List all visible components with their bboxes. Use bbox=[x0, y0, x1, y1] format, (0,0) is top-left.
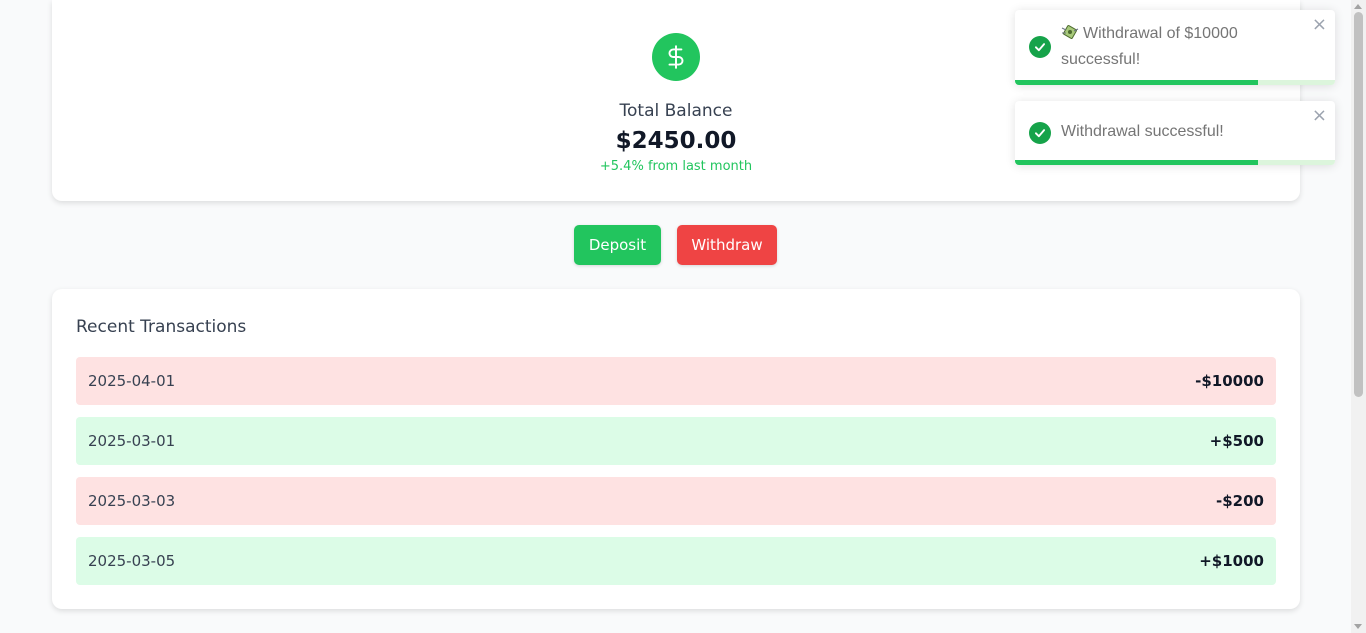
toast-notification[interactable]: Withdrawal of $10000 successful! × bbox=[1015, 10, 1335, 85]
transaction-date: 2025-03-01 bbox=[88, 432, 176, 450]
toast-text: Withdrawal of $10000 successful! bbox=[1061, 25, 1238, 68]
transaction-amount: -$10000 bbox=[1195, 372, 1264, 390]
transaction-date: 2025-03-03 bbox=[88, 492, 176, 510]
scroll-up-arrow-icon[interactable] bbox=[1354, 4, 1362, 9]
transaction-amount: -$200 bbox=[1216, 492, 1264, 510]
withdraw-button[interactable]: Withdraw bbox=[677, 225, 777, 265]
transaction-date: 2025-03-05 bbox=[88, 552, 176, 570]
close-icon[interactable]: × bbox=[1312, 14, 1327, 35]
toast-notification[interactable]: Withdrawal successful! × bbox=[1015, 101, 1335, 165]
dollar-icon bbox=[652, 33, 700, 81]
transaction-row: 2025-03-01 +$500 bbox=[76, 417, 1276, 465]
toast-progress-bar bbox=[1015, 80, 1259, 85]
close-icon[interactable]: × bbox=[1312, 105, 1327, 126]
toast-message: Withdrawal of $10000 successful! bbox=[1061, 22, 1301, 72]
transaction-amount: +$1000 bbox=[1199, 552, 1264, 570]
transactions-title: Recent Transactions bbox=[76, 317, 247, 337]
money-with-wings-icon bbox=[1061, 24, 1079, 48]
transaction-date: 2025-04-01 bbox=[88, 372, 176, 390]
transaction-row: 2025-03-05 +$1000 bbox=[76, 537, 1276, 585]
page: Total Balance $2450.00 +5.4% from last m… bbox=[0, 0, 1366, 633]
deposit-button[interactable]: Deposit bbox=[574, 225, 661, 265]
scroll-down-arrow-icon[interactable] bbox=[1354, 624, 1362, 629]
toast-progress-track bbox=[1015, 80, 1335, 85]
transaction-row: 2025-04-01 -$10000 bbox=[76, 357, 1276, 405]
transaction-row: 2025-03-03 -$200 bbox=[76, 477, 1276, 525]
toast-message: Withdrawal successful! bbox=[1061, 123, 1224, 140]
toast-progress-bar bbox=[1015, 160, 1259, 165]
check-circle-icon bbox=[1029, 36, 1051, 58]
transaction-amount: +$500 bbox=[1209, 432, 1264, 450]
check-circle-icon bbox=[1029, 122, 1051, 144]
scrollbar[interactable] bbox=[1351, 0, 1366, 633]
transactions-list: 2025-04-01 -$10000 2025-03-01 +$500 2025… bbox=[76, 357, 1276, 597]
scrollbar-thumb[interactable] bbox=[1354, 12, 1363, 397]
toast-progress-track bbox=[1015, 160, 1335, 165]
transactions-card: Recent Transactions 2025-04-01 -$10000 2… bbox=[52, 289, 1300, 609]
